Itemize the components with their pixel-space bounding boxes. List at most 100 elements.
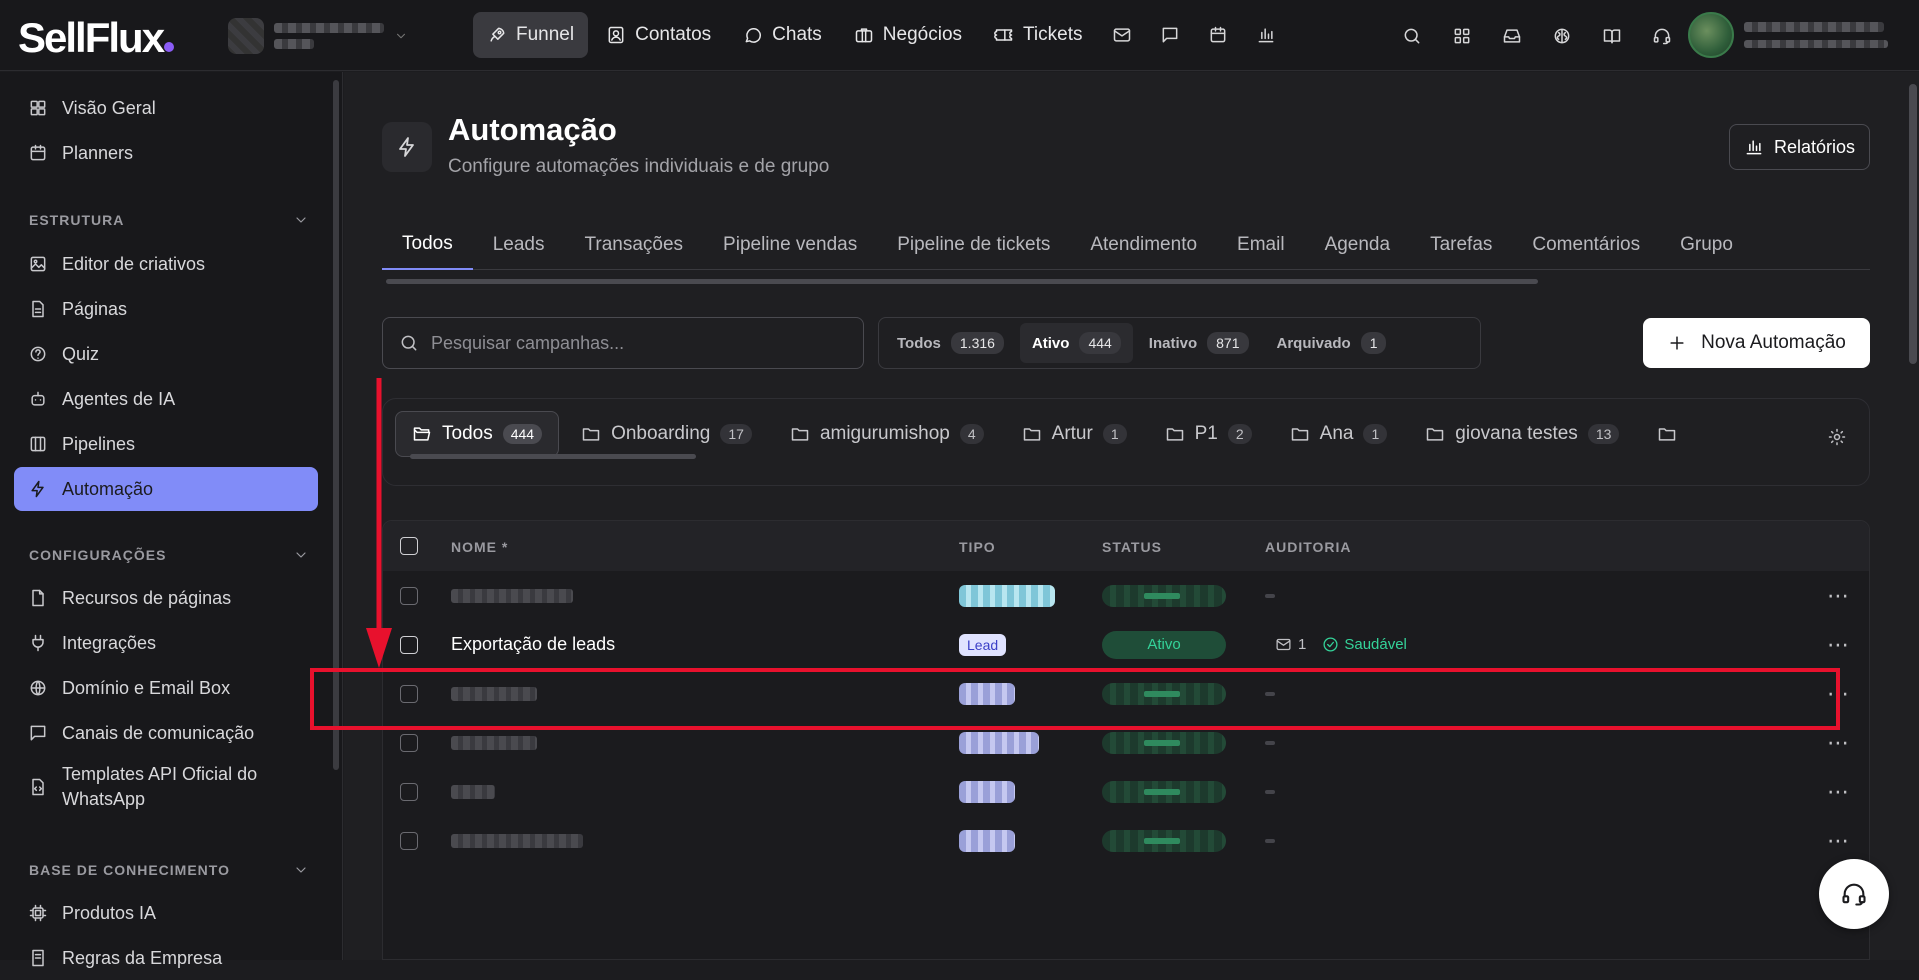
sidebar-item-visao-geral[interactable]: Visão Geral [14,86,318,130]
reports-button[interactable]: Relatórios [1729,124,1871,170]
cpu-icon [29,904,47,922]
status-filter-ativo[interactable]: Ativo 444 [1019,323,1133,363]
row-menu-button[interactable]: ⋯ [1827,816,1850,865]
search-input[interactable]: Pesquisar campanhas... [382,317,864,369]
status-filter: Todos 1.316 Ativo 444 Inativo 871 Arquivado… [878,317,1481,369]
tab-transacoes[interactable]: Transações [564,220,703,270]
folder-settings-button[interactable] [1827,427,1847,447]
docs-button[interactable] [1590,14,1634,58]
folder-icon [1291,428,1308,441]
section-configuracoes[interactable]: CONFIGURAÇÕES [29,547,309,563]
section-base-conhecimento[interactable]: BASE DE CONHECIMENTO [29,862,309,878]
nav-messages[interactable] [1148,12,1192,58]
status-filter-todos[interactable]: Todos 1.316 [885,323,1016,363]
header-name[interactable]: NOME * [451,539,508,555]
support-chat-button[interactable] [1819,859,1889,929]
nav-negocios[interactable]: Negócios [840,12,976,58]
folder-bar: Todos 444 Onboarding 17 amigurumishop 4 Art… [382,398,1870,486]
folders-scrollbar[interactable] [410,454,696,459]
sidebar-item-pipelines[interactable]: Pipelines [14,422,318,466]
nav-funnel[interactable]: Funnel [473,12,589,58]
tab-tarefas[interactable]: Tarefas [1410,220,1512,270]
nav-contatos[interactable]: Contatos [592,12,725,58]
folder-onboarding[interactable]: Onboarding 17 [565,411,768,457]
tab-pipeline-vendas[interactable]: Pipeline vendas [703,220,877,270]
table-row[interactable]: ⋯ [383,571,1869,620]
user-menu[interactable] [1688,12,1888,58]
account-switcher[interactable] [228,18,408,54]
folder-giovana-testes[interactable]: giovana testes 13 [1409,411,1635,457]
row-checkbox[interactable] [400,782,418,801]
tab-grupo[interactable]: Grupo [1660,220,1753,270]
apps-button[interactable] [1440,14,1484,58]
row-checkbox[interactable] [400,635,418,654]
tab-leads[interactable]: Leads [473,220,565,270]
rules-icon [32,949,44,967]
table-row-highlighted[interactable]: Exportação de leads Lead Ativo 1 Saudáve… [383,620,1869,669]
sidebar-scrollbar[interactable] [333,80,339,770]
ai-brain-button[interactable] [1540,14,1584,58]
zap-icon [399,137,414,157]
folder-p1[interactable]: P1 2 [1149,411,1268,457]
plug-icon [32,634,44,652]
chevron-down-icon [396,33,406,39]
inbox-button[interactable] [1490,14,1534,58]
sidebar-item-quiz[interactable]: Quiz [14,332,318,376]
tab-pipeline-tickets[interactable]: Pipeline de tickets [877,220,1070,270]
sidebar-item-templates-whatsapp[interactable]: Templates API Oficial do WhatsApp [14,756,318,818]
folder-artur[interactable]: Artur 1 [1006,411,1143,457]
status-filter-arquivado[interactable]: Arquivado 1 [1265,323,1399,363]
select-all-checkbox[interactable] [400,537,418,555]
account-avatar [228,18,264,54]
nav-reports[interactable] [1244,12,1288,58]
nav-tickets[interactable]: Tickets [980,12,1096,58]
nav-calendar[interactable] [1196,12,1240,58]
sidebar-item-paginas[interactable]: Páginas [14,287,318,331]
main-scrollbar[interactable] [1909,84,1917,364]
sidebar-item-produtos-ia[interactable]: Produtos IA [14,891,318,935]
row-menu-button[interactable]: ⋯ [1827,571,1850,620]
sidebar-item-dominio-email[interactable]: Domínio e Email Box [14,666,318,710]
calendar-icon [1211,26,1226,43]
audit-info: 1 Saudável [1275,636,1407,653]
tab-agenda[interactable]: Agenda [1305,220,1411,270]
row-menu-button[interactable]: ⋯ [1827,620,1850,669]
chevron-down-icon [296,552,306,558]
sidebar-item-regras-empresa[interactable]: Regras da Empresa [14,936,318,980]
row-menu-button[interactable]: ⋯ [1827,767,1850,816]
table-row[interactable]: ⋯ [383,816,1869,865]
new-automation-button[interactable]: Nova Automação [1643,318,1870,368]
tab-email[interactable]: Email [1217,220,1305,270]
sidebar-item-automacao[interactable]: Automação [14,467,318,511]
arrow-annotation [366,378,392,668]
row-checkbox[interactable] [400,831,418,850]
sidebar-item-planners[interactable]: Planners [14,131,318,175]
sidebar-item-canais[interactable]: Canais de comunicação [14,711,318,755]
nav-chats[interactable]: Chats [729,12,836,58]
sidebar-item-recursos-paginas[interactable]: Recursos de páginas [14,576,318,620]
tab-todos[interactable]: Todos [382,220,473,270]
folder-partial[interactable] [1641,411,1693,457]
sidebar-item-editor-criativos[interactable]: Editor de criativos [14,242,318,286]
sidebar-item-agentes-ia[interactable]: Agentes de IA [14,377,318,421]
search-icon [401,335,417,351]
automation-name[interactable]: Exportação de leads [451,620,615,669]
main-content: Automação Configure automações individua… [310,72,1919,960]
nav-email[interactable] [1100,12,1144,58]
row-checkbox[interactable] [400,733,418,752]
tab-atendimento[interactable]: Atendimento [1070,220,1217,270]
status-filter-inativo[interactable]: Inativo 871 [1137,323,1261,363]
sellflux-logo[interactable]: SellFlux [18,14,175,62]
tab-comentarios[interactable]: Comentários [1512,220,1660,270]
pipeline-icon [30,436,46,452]
tabs-scrollbar[interactable] [386,279,1538,284]
search-button[interactable] [1390,14,1434,58]
row-checkbox[interactable] [400,586,418,605]
folder-amigurumishop[interactable]: amigurumishop 4 [774,411,1000,457]
section-estrutura[interactable]: ESTRUTURA [29,212,309,228]
table-row[interactable]: ⋯ [383,767,1869,816]
support-button[interactable] [1640,14,1684,58]
folder-ana[interactable]: Ana 1 [1274,411,1404,457]
folder-todos[interactable]: Todos 444 [395,411,560,457]
sidebar-item-integracoes[interactable]: Integrações [14,621,318,665]
